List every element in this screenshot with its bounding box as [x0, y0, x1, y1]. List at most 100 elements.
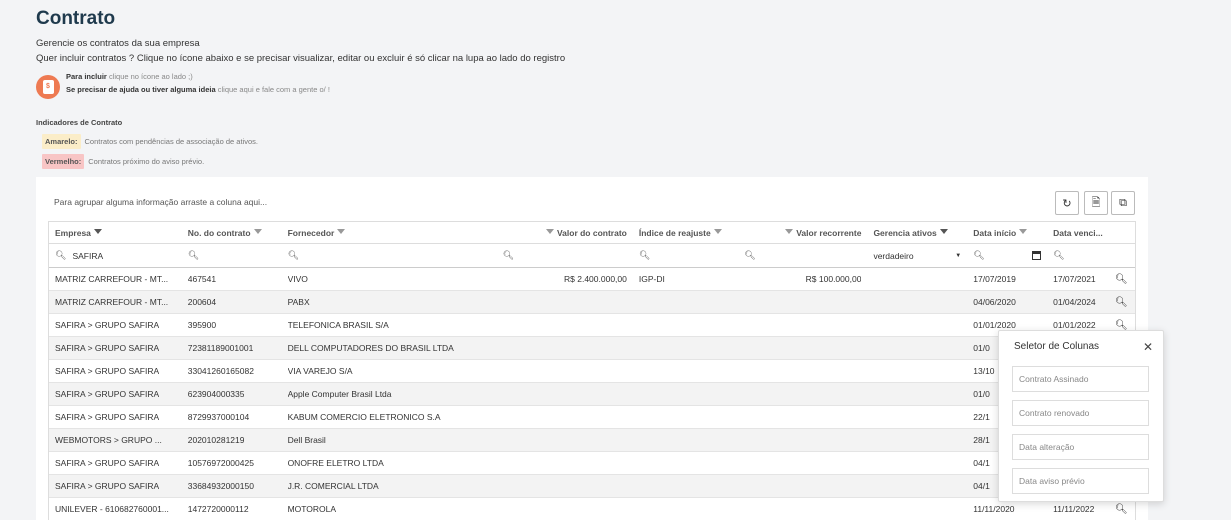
col-valor[interactable]: Valor do contrato [526, 222, 633, 243]
group-drop-area[interactable]: Para agrupar alguma informação arraste a… [54, 197, 267, 207]
add-contract-icon[interactable]: $ [36, 75, 60, 99]
cell-indice [633, 337, 768, 359]
cell-gerencia [867, 429, 967, 451]
filter-indice[interactable]: 🔍︎ 🔍︎ [633, 244, 768, 267]
grid-header: Empresa No. do contrato Fornecedor Valor… [49, 222, 1135, 244]
col-vencimento[interactable]: Data venci... [1047, 222, 1109, 243]
search-icon: 🔍︎ [55, 250, 67, 260]
filter-valor[interactable] [526, 244, 633, 267]
filter-icon [713, 229, 722, 234]
page-title: Contrato [36, 8, 116, 29]
col-indice[interactable]: Índice de reajuste [633, 222, 768, 243]
cell-empresa: WEBMOTORS > GRUPO ... [55, 435, 162, 445]
search-icon: 🔍︎ [287, 250, 299, 260]
search-icon: 🔍︎ [744, 250, 756, 260]
cell-empresa: UNILEVER - 610682760001... [55, 504, 169, 514]
cell-numero: 72381189001001 [187, 343, 254, 353]
cell-fornecedor: VIA VAREJO S/A [287, 366, 353, 376]
col-fornecedor[interactable]: Fornecedor [282, 222, 527, 243]
cell-empresa: SAFIRA > GRUPO SAFIRA [55, 458, 160, 468]
refresh-icon[interactable]: ↻ [1055, 191, 1079, 215]
cell-empresa: SAFIRA > GRUPO SAFIRA [55, 481, 160, 491]
filter-inicio[interactable]: 🔍︎ [967, 244, 1047, 267]
filter-icon [93, 229, 102, 234]
cell-valor [526, 291, 633, 313]
column-chooser-icon[interactable]: ⧉ [1111, 191, 1135, 215]
col-numero[interactable]: No. do contrato [182, 222, 282, 243]
cell-fornecedor: TELEFONICA BRASIL S/A [287, 320, 389, 330]
search-icon: 🔍︎ [187, 250, 200, 260]
table-row[interactable]: SAFIRA > GRUPO SAFIRA 33684932000150 J.R. … [49, 475, 1135, 498]
cell-numero: 202010281219 [187, 435, 245, 445]
table-row[interactable]: SAFIRA > GRUPO SAFIRA 623904000335 Apple C… [49, 383, 1135, 406]
cell-recorrente [768, 360, 868, 382]
column-selector-title: Seletor de Colunas [1014, 341, 1100, 352]
col-empresa[interactable]: Empresa [49, 222, 182, 243]
cell-empresa: SAFIRA > GRUPO SAFIRA [55, 366, 160, 376]
filter-vencimento[interactable]: 🔍︎ [1047, 244, 1109, 267]
col-inicio[interactable]: Data início [967, 222, 1047, 243]
search-icon: 🔍︎ [1053, 250, 1065, 260]
filter-icon [939, 229, 948, 234]
cell-fornecedor: J.R. COMERCIAL LTDA [287, 481, 379, 491]
help-contact-link[interactable]: Se precisar de ajuda ou tiver alguma ide… [66, 85, 330, 94]
cell-recorrente [768, 406, 868, 428]
contracts-grid: Empresa No. do contrato Fornecedor Valor… [48, 221, 1136, 520]
close-icon[interactable]: ✕ [1143, 340, 1153, 354]
filter-empresa[interactable]: 🔍︎ SAFIRA [49, 244, 182, 267]
filter-icon [1019, 229, 1028, 234]
table-row[interactable]: WEBMOTORS > GRUPO ... 202010281219 Dell Br… [49, 429, 1135, 452]
cell-recorrente [768, 383, 868, 405]
table-row[interactable]: SAFIRA > GRUPO SAFIRA 8729937000104 KABUM … [49, 406, 1135, 429]
table-row[interactable]: MATRIZ CARREFOUR - MT... 200604 PABX 04/06/… [49, 291, 1135, 314]
column-option[interactable]: Data aviso prévio [1012, 468, 1149, 494]
view-record-icon[interactable]: 🔍︎ [1109, 291, 1135, 313]
view-record-icon[interactable]: 🔍︎ [1109, 268, 1135, 290]
export-excel-icon[interactable]: 🗎 [1084, 191, 1108, 215]
cell-fornecedor: ONOFRE ELETRO LTDA [287, 458, 384, 468]
cell-empresa: SAFIRA > GRUPO SAFIRA [55, 412, 160, 422]
table-row[interactable]: UNILEVER - 610682760001... 1472720000112 M… [49, 498, 1135, 520]
indicator-red: Vermelho: Contratos próximo do aviso prév… [42, 154, 204, 169]
cell-gerencia [867, 337, 967, 359]
search-icon: 🔍︎ [638, 250, 651, 260]
cell-fornecedor: MOTOROLA [287, 504, 337, 514]
filter-icon [337, 229, 346, 234]
table-row[interactable]: SAFIRA > GRUPO SAFIRA 33041260165082 VIA V… [49, 360, 1135, 383]
filter-gerencia-select[interactable]: verdadeiro ▼ [867, 244, 967, 267]
cell-indice [633, 314, 768, 336]
col-gerencia[interactable]: Gerencia ativos [867, 222, 967, 243]
cell-indice [633, 429, 768, 451]
page-subtitle: Gerencie os contratos da sua empresa [36, 38, 200, 49]
column-option[interactable]: Data alteração [1012, 434, 1149, 460]
cell-empresa: MATRIZ CARREFOUR - MT... [55, 297, 169, 307]
cell-recorrente [768, 429, 868, 451]
cell-indice [633, 475, 768, 497]
cell-fornecedor: Apple Computer Brasil Ltda [287, 389, 392, 399]
filter-fornecedor[interactable]: 🔍︎ 🔍︎ [282, 244, 527, 267]
cell-indice [633, 406, 768, 428]
cell-empresa: SAFIRA > GRUPO SAFIRA [55, 343, 160, 353]
column-option[interactable]: Contrato renovado [1012, 400, 1149, 426]
grid-panel: Para agrupar alguma informação arraste a… [36, 177, 1148, 520]
filter-recorrente[interactable] [768, 244, 868, 267]
cell-empresa: SAFIRA > GRUPO SAFIRA [55, 389, 160, 399]
cell-fornecedor: PABX [287, 297, 310, 307]
search-icon: 🔍︎ [502, 250, 515, 260]
help-include: Para incluir clique no ícone ao lado ;) [66, 72, 193, 81]
table-row[interactable]: SAFIRA > GRUPO SAFIRA 72381189001001 DELL … [49, 337, 1135, 360]
dropdown-arrow-icon: ▼ [955, 252, 962, 259]
table-row[interactable]: MATRIZ CARREFOUR - MT... 467541 VIVO R$ 2.4… [49, 268, 1135, 291]
cell-gerencia [867, 291, 967, 313]
filter-icon [253, 229, 262, 234]
cell-numero: 623904000335 [187, 389, 245, 399]
cell-numero: 395900 [187, 320, 217, 330]
column-selector-popup: Seletor de Colunas ✕ Contrato Assinado C… [998, 330, 1164, 502]
table-row[interactable]: SAFIRA > GRUPO SAFIRA 10576972000425 ONOFR… [49, 452, 1135, 475]
filter-numero[interactable]: 🔍︎ [182, 244, 282, 267]
cell-indice [633, 498, 768, 520]
cell-numero: 33684932000150 [187, 481, 254, 491]
col-recorrente[interactable]: Valor recorrente [768, 222, 868, 243]
column-option[interactable]: Contrato Assinado [1012, 366, 1149, 392]
table-row[interactable]: SAFIRA > GRUPO SAFIRA 395900 TELEFONICA BR… [49, 314, 1135, 337]
